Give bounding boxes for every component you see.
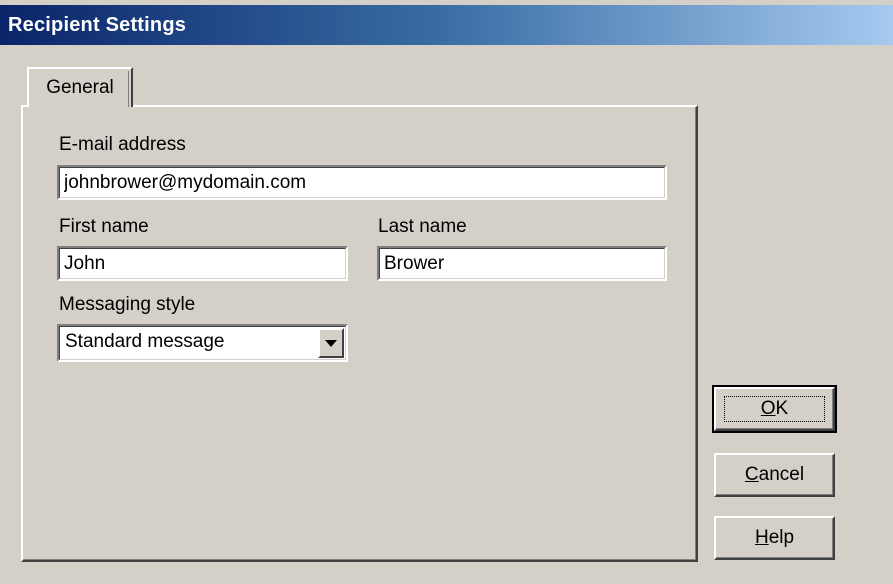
window-title: Recipient Settings <box>8 13 187 36</box>
recipient-settings-dialog: Recipient Settings General E-mail addres… <box>0 0 893 584</box>
tab-general-label: General <box>46 77 114 98</box>
help-button-label: Help <box>754 527 795 548</box>
general-tab-panel <box>21 105 698 562</box>
cancel-button[interactable]: Cancel <box>714 453 835 497</box>
focus-rectangle <box>724 396 825 422</box>
cancel-button-label: Cancel <box>744 464 805 485</box>
title-bar[interactable]: Recipient Settings <box>0 5 893 45</box>
tab-general[interactable]: General <box>27 67 133 107</box>
help-button[interactable]: Help <box>714 516 835 560</box>
ok-button[interactable]: OK <box>712 385 837 433</box>
